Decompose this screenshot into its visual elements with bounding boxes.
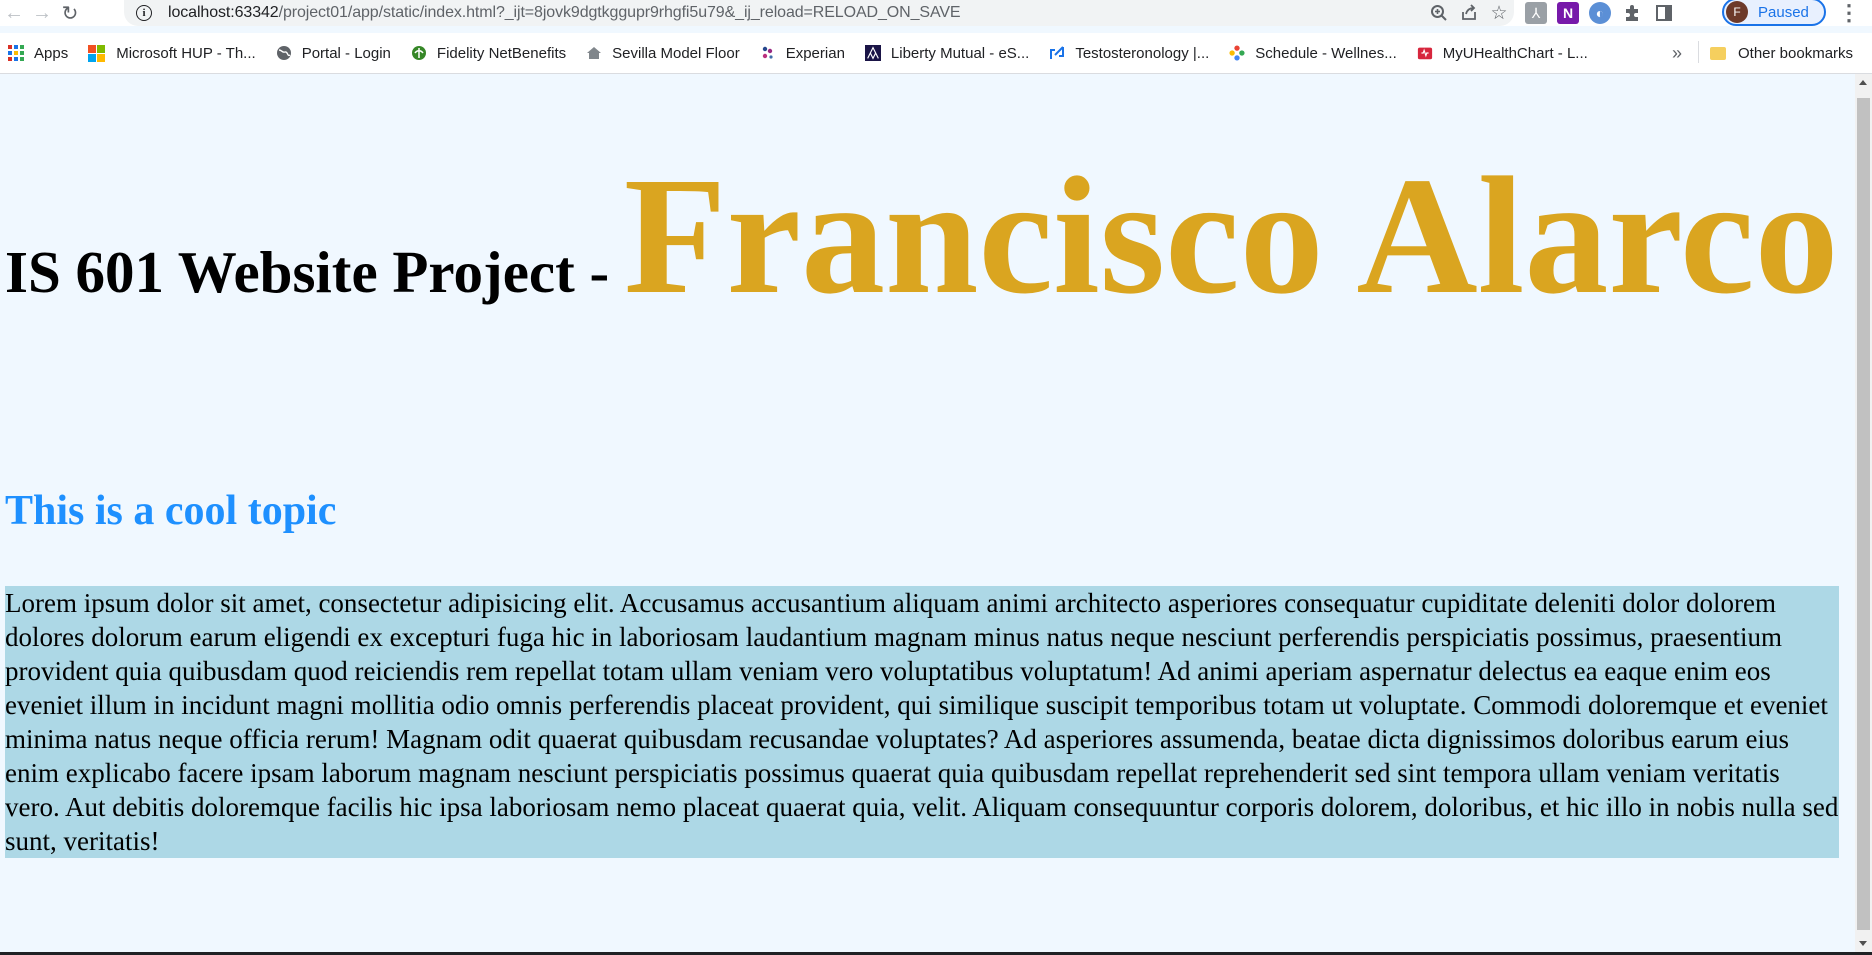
scroll-down-arrow-icon[interactable] xyxy=(1859,941,1867,946)
globe-icon xyxy=(276,45,292,61)
puzzle-icon[interactable] xyxy=(1621,2,1643,24)
bookmark-microsoft-hup[interactable]: Microsoft HUP - Th... xyxy=(78,39,265,67)
liberty-icon xyxy=(864,45,881,61)
page-subtitle: This is a cool topic xyxy=(5,488,337,534)
back-arrow-icon[interactable]: ← xyxy=(0,0,28,26)
scrollbar-thumb[interactable] xyxy=(1857,98,1870,930)
bookmark-label: Microsoft HUP - Th... xyxy=(116,44,256,62)
experian-icon xyxy=(760,45,776,61)
scroll-up-arrow-icon[interactable] xyxy=(1859,80,1867,85)
pdf-extension-icon[interactable]: ⅄ xyxy=(1525,2,1547,24)
other-bookmarks-folder[interactable]: Other bookmarks xyxy=(1710,33,1853,73)
folder-icon xyxy=(1710,46,1726,60)
bookmark-apps[interactable]: Apps xyxy=(0,39,78,67)
avatar: F xyxy=(1726,1,1748,23)
url-text[interactable]: localhost:63342/project01/app/static/ind… xyxy=(168,4,961,22)
reload-icon[interactable]: ↻ xyxy=(56,0,84,26)
extension-icon[interactable]: ◐ xyxy=(1589,2,1611,24)
share-icon[interactable] xyxy=(1454,4,1484,22)
title-name: Francisco Alarco xyxy=(623,143,1839,329)
url-host: localhost:63342 xyxy=(168,4,279,21)
lorem-paragraph: Lorem ipsum dolor sit amet, consectetur … xyxy=(5,586,1839,858)
vertical-scrollbar[interactable] xyxy=(1855,74,1872,952)
bookmark-testosteronology[interactable]: Testosteronology |... xyxy=(1039,39,1219,67)
other-bookmarks-label: Other bookmarks xyxy=(1738,44,1854,62)
flower-icon xyxy=(1229,45,1245,61)
page-title: IS 601 Website Project - Francisco Alarc… xyxy=(5,134,1845,375)
bookmark-experian[interactable]: Experian xyxy=(750,39,855,67)
bookmark-label: Fidelity NetBenefits xyxy=(436,44,567,62)
bookmark-portal-login[interactable]: Portal - Login xyxy=(266,39,401,67)
onenote-extension-icon[interactable]: N xyxy=(1557,2,1579,24)
bookmarks-bar: Apps Microsoft HUP - Th... Portal - Logi… xyxy=(0,33,1872,74)
bookmark-label: Experian xyxy=(785,44,845,62)
bookmark-label: MyUHealthChart - L... xyxy=(1442,44,1588,62)
side-panel-icon[interactable] xyxy=(1653,2,1675,24)
bookmark-liberty-mutual[interactable]: Liberty Mutual - eS... xyxy=(855,39,1039,67)
title-prefix: IS 601 Website Project - xyxy=(5,239,624,305)
forward-arrow-icon[interactable]: → xyxy=(28,0,56,26)
profile-status: Paused xyxy=(1758,3,1809,21)
address-bar[interactable]: i localhost:63342/project01/app/static/i… xyxy=(124,0,1514,26)
url-path: /project01/app/static/index.html?_ijt=8j… xyxy=(278,4,961,21)
bookmark-label: Apps xyxy=(34,44,69,62)
star-icon[interactable]: ☆ xyxy=(1484,2,1514,25)
bookmark-label: Testosteronology |... xyxy=(1075,44,1210,62)
bookmark-label: Schedule - Wellnes... xyxy=(1255,44,1397,62)
divider xyxy=(1698,41,1699,63)
zoom-icon[interactable] xyxy=(1424,4,1454,22)
fidelity-icon xyxy=(411,45,427,61)
bookmark-myuhealthchart[interactable]: MyUHealthChart - L... xyxy=(1407,39,1598,67)
home-icon xyxy=(586,45,602,61)
bookmark-label: Liberty Mutual - eS... xyxy=(890,44,1030,62)
link-icon xyxy=(1049,45,1065,61)
browser-toolbar: ← → ↻ i localhost:63342/project01/app/st… xyxy=(0,0,1872,26)
microsoft-logo-icon xyxy=(88,44,106,62)
health-chart-icon xyxy=(1417,45,1433,61)
bookmark-fidelity[interactable]: Fidelity NetBenefits xyxy=(401,39,576,67)
bookmarks-overflow-button[interactable]: » xyxy=(1672,33,1682,73)
kebab-menu-icon[interactable]: ⋮ xyxy=(1838,0,1860,26)
bookmark-label: Sevilla Model Floor xyxy=(612,44,740,62)
info-icon[interactable]: i xyxy=(136,5,152,21)
profile-button[interactable]: F Paused xyxy=(1722,0,1826,26)
bookmark-schedule-wellness[interactable]: Schedule - Wellnes... xyxy=(1219,39,1406,67)
bookmark-label: Portal - Login xyxy=(301,44,391,62)
apps-grid-icon xyxy=(8,45,24,61)
bookmark-sevilla[interactable]: Sevilla Model Floor xyxy=(576,39,750,67)
